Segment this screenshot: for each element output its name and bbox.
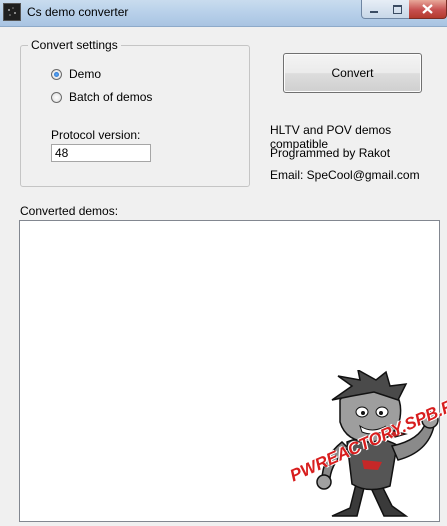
radio-batch-indicator[interactable] xyxy=(51,91,62,103)
close-icon xyxy=(422,4,433,14)
minimize-icon xyxy=(370,10,378,13)
app-icon xyxy=(3,3,21,21)
protocol-version-input[interactable]: 48 xyxy=(51,144,151,162)
radio-batch-label: Batch of demos xyxy=(69,90,153,104)
radio-demo[interactable]: Demo xyxy=(51,67,101,81)
convert-settings-legend: Convert settings xyxy=(28,38,121,52)
close-button[interactable] xyxy=(409,0,447,19)
radio-demo-label: Demo xyxy=(69,67,102,81)
maximize-button[interactable] xyxy=(385,0,410,19)
minimize-button[interactable] xyxy=(361,0,387,19)
radio-demo-indicator[interactable] xyxy=(51,68,62,80)
window-title: Cs demo converter xyxy=(27,5,129,19)
radio-batch-of-demos[interactable]: Batch of demos xyxy=(51,90,152,104)
converted-demos-label: Converted demos: xyxy=(20,204,119,218)
maximize-icon xyxy=(392,4,402,14)
info-email: Email: SpeCool@gmail.com xyxy=(270,168,420,182)
convert-button[interactable]: Convert xyxy=(283,53,422,93)
info-author: Programmed by Rakot xyxy=(270,146,391,160)
convert-button-label: Convert xyxy=(331,66,374,80)
protocol-version-label: Protocol version: xyxy=(51,128,141,142)
title-bar[interactable]: Cs demo converter xyxy=(0,0,447,27)
